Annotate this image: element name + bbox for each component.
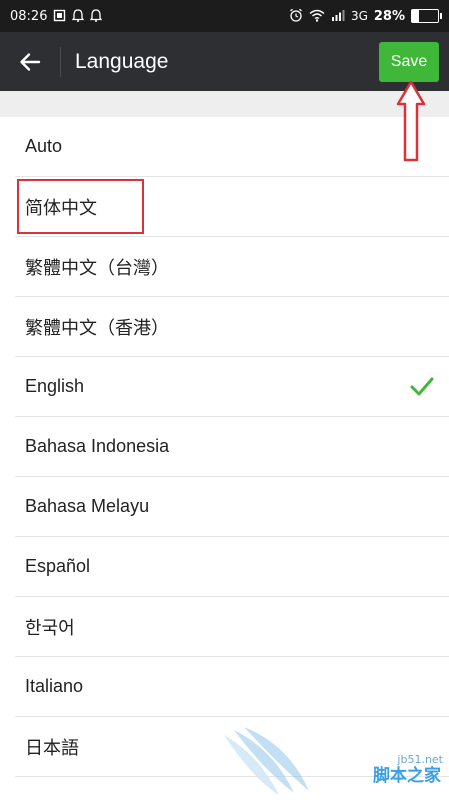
status-right: 3G 28% — [289, 8, 442, 24]
language-item[interactable]: 한국어 — [15, 597, 449, 657]
language-item[interactable]: Español — [15, 537, 449, 597]
back-button[interactable] — [0, 32, 60, 91]
arrow-left-icon — [20, 52, 41, 71]
status-bar: 08:26 3G 28% — [0, 0, 449, 32]
wifi-icon — [309, 9, 325, 24]
language-label: Bahasa Melayu — [25, 496, 150, 516]
save-button[interactable]: Save — [379, 42, 439, 82]
language-label: 한국어 — [25, 617, 75, 638]
language-item[interactable]: Italiano — [15, 657, 449, 717]
check-icon — [410, 377, 434, 395]
language-list: Auto 简体中文繁體中文（台灣） 繁體中文（香港） English Bahasa In… — [0, 117, 449, 777]
list-top-spacer — [0, 91, 449, 117]
page-title: Language — [75, 49, 169, 73]
signal-icon — [331, 9, 345, 23]
language-label: 简体中文 — [25, 197, 97, 218]
alarm-icon — [289, 8, 303, 24]
language-label: Español — [25, 556, 91, 576]
notification-icon — [72, 8, 85, 24]
battery-icon — [411, 9, 442, 23]
language-label: 日本語 — [25, 737, 79, 758]
battery-percent: 28% — [373, 8, 405, 24]
language-item[interactable]: 繁體中文（香港） — [15, 297, 449, 357]
language-item[interactable]: Bahasa Indonesia — [15, 417, 449, 477]
action-bar: Language Save — [0, 32, 449, 91]
status-left: 08:26 — [10, 8, 103, 24]
language-label: Bahasa Indonesia — [25, 436, 170, 456]
language-item[interactable]: 简体中文 — [15, 177, 449, 237]
screenshot-icon — [53, 9, 66, 24]
header-divider — [60, 46, 61, 77]
language-label: Auto — [25, 136, 63, 156]
language-item[interactable]: Auto — [15, 117, 449, 177]
network-type: 3G — [350, 9, 368, 23]
status-time: 08:26 — [10, 8, 48, 24]
notification-icon — [90, 8, 103, 24]
language-item[interactable]: English — [15, 357, 449, 417]
language-item[interactable]: 繁體中文（台灣） — [15, 237, 449, 297]
language-item[interactable]: 日本語 — [15, 717, 449, 777]
language-label: 繁體中文（香港） — [25, 317, 169, 338]
language-label: Italiano — [25, 676, 84, 696]
language-label: English — [25, 376, 85, 396]
language-label: 繁體中文（台灣） — [25, 257, 169, 278]
language-item[interactable]: Bahasa Melayu — [15, 477, 449, 537]
battery-level — [412, 10, 420, 22]
